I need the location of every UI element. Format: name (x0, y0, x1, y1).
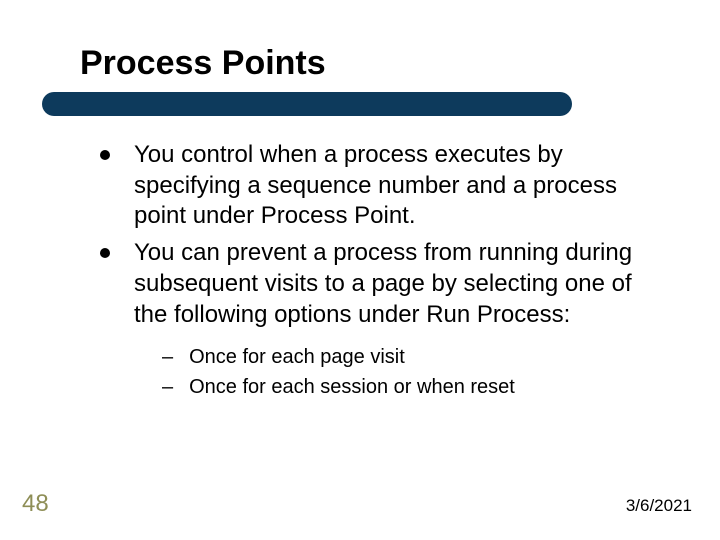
sub-bullet-item: – Once for each session or when reset (162, 374, 660, 400)
bullet-disc-icon (100, 150, 110, 160)
date: 3/6/2021 (626, 496, 692, 516)
title-underline (42, 92, 572, 116)
slide-title: Process Points (80, 44, 326, 83)
sub-bullet-text: Once for each session or when reset (189, 374, 515, 400)
dash-icon: – (162, 374, 173, 400)
bullet-item: You control when a process executes by s… (100, 140, 660, 232)
body-content: You control when a process executes by s… (100, 140, 660, 404)
sub-bullet-text: Once for each page visit (189, 344, 405, 370)
bullet-item: You can prevent a process from running d… (100, 238, 660, 330)
dash-icon: – (162, 344, 173, 370)
bullet-text: You can prevent a process from running d… (134, 238, 660, 330)
slide: Process Points You control when a proces… (0, 0, 720, 540)
bullet-text: You control when a process executes by s… (134, 140, 660, 232)
sub-bullet-list: – Once for each page visit – Once for ea… (162, 344, 660, 400)
page-number: 48 (22, 490, 49, 518)
bullet-disc-icon (100, 248, 110, 258)
sub-bullet-item: – Once for each page visit (162, 344, 660, 370)
